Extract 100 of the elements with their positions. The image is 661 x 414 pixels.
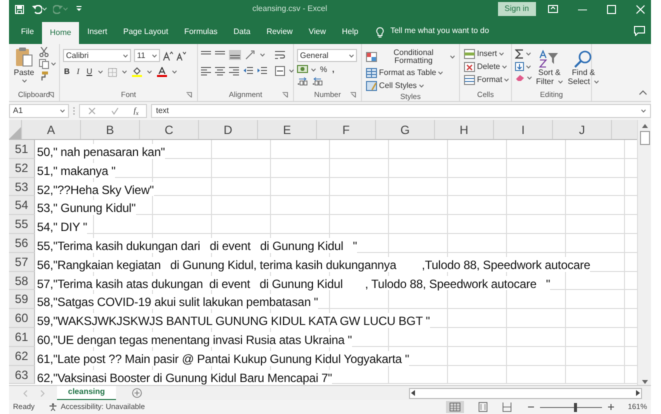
- caret-icon[interactable]: [260, 53, 265, 57]
- caret-icon[interactable]: [289, 69, 294, 73]
- column-header[interactable]: H: [435, 120, 494, 139]
- new-sheet-icon[interactable]: [132, 388, 142, 398]
- caret-icon[interactable]: [349, 54, 354, 58]
- caret-icon[interactable]: [51, 62, 56, 66]
- row-header[interactable]: 63: [9, 366, 35, 384]
- caret-icon[interactable]: [558, 80, 563, 84]
- ribbon-tab[interactable]: View: [300, 22, 334, 42]
- tell-me-search[interactable]: Tell me what you want to do: [390, 25, 490, 37]
- number-format-field[interactable]: General: [297, 49, 357, 62]
- customize-icon[interactable]: [76, 6, 82, 12]
- currency-icon[interactable]: [297, 65, 308, 74]
- dialog-launcher-icon[interactable]: [186, 92, 192, 98]
- caret-icon[interactable]: [98, 70, 104, 74]
- zoom-out-icon[interactable]: [528, 404, 534, 410]
- increase-decimal-icon[interactable]: [297, 77, 308, 86]
- column-header[interactable]: D: [199, 120, 258, 139]
- page-layout-icon[interactable]: [478, 402, 488, 412]
- fill-color-icon[interactable]: [132, 67, 142, 77]
- caret-icon[interactable]: [438, 71, 444, 75]
- borders-icon[interactable]: [108, 68, 118, 76]
- paste-button[interactable]: Paste: [12, 47, 36, 88]
- scroll-left-icon[interactable]: [410, 389, 416, 397]
- lightbulb-icon[interactable]: [376, 27, 384, 38]
- caret-icon[interactable]: [147, 70, 152, 74]
- caret-icon[interactable]: [122, 70, 128, 74]
- caret-icon[interactable]: [172, 70, 178, 74]
- sort-filter-button[interactable]: Sort & Filter: [535, 47, 564, 88]
- find-select-button[interactable]: Find & Select: [566, 47, 600, 88]
- row-header[interactable]: 52: [9, 158, 35, 178]
- insert-function-button[interactable]: f$_{x}$: [134, 105, 138, 117]
- caret-icon[interactable]: [502, 65, 508, 69]
- increase-indent-icon[interactable]: [257, 66, 267, 76]
- fill-icon[interactable]: [515, 62, 524, 71]
- align-left-icon[interactable]: [201, 66, 211, 76]
- caret-icon[interactable]: [499, 52, 504, 56]
- horizontal-scrollbar[interactable]: [409, 388, 642, 398]
- row-header[interactable]: 55: [9, 215, 35, 234]
- row-header[interactable]: 54: [9, 196, 35, 216]
- caret-icon[interactable]: [60, 109, 65, 113]
- row-header[interactable]: 60: [9, 309, 35, 328]
- percent-button[interactable]: %: [319, 66, 328, 74]
- scroll-up-icon[interactable]: [640, 123, 648, 129]
- align-right-icon[interactable]: [229, 66, 239, 76]
- ribbon-tab[interactable]: Review: [258, 22, 301, 42]
- scrollbar-thumb[interactable]: [640, 131, 650, 145]
- caret-icon[interactable]: [504, 78, 510, 82]
- column-header[interactable]: I: [494, 120, 553, 139]
- bottom-align-icon[interactable]: [229, 50, 241, 60]
- row-header[interactable]: 53: [9, 178, 35, 196]
- column-header[interactable]: F: [317, 120, 376, 139]
- shrink-font-icon[interactable]: [176, 50, 186, 60]
- column-header[interactable]: C: [140, 120, 199, 139]
- sheet-tab[interactable]: cleansing: [57, 386, 116, 400]
- caret-icon[interactable]: [123, 54, 128, 58]
- cut-icon[interactable]: [39, 47, 49, 57]
- conditional-formatting-button[interactable]: Conditional Formatting: [365, 49, 456, 65]
- font-color-icon[interactable]: [157, 67, 168, 77]
- wrap-text-icon[interactable]: [275, 50, 285, 60]
- column-header[interactable]: G: [376, 120, 435, 139]
- eraser-icon[interactable]: [515, 74, 525, 82]
- zoom-slider-thumb[interactable]: [574, 402, 577, 412]
- ribbon-tab[interactable]: Data: [226, 22, 258, 42]
- row-header[interactable]: 57: [9, 252, 35, 272]
- grow-font-icon[interactable]: [163, 50, 173, 60]
- page-break-icon[interactable]: [502, 402, 512, 412]
- zoom-in-icon[interactable]: [608, 404, 614, 410]
- format-button[interactable]: Format: [463, 75, 510, 85]
- caret-icon[interactable]: [526, 64, 531, 68]
- caret-icon[interactable]: [152, 54, 157, 58]
- ribbon-display-icon[interactable]: [548, 5, 558, 13]
- cell-styles-button[interactable]: Cell Styles: [365, 81, 456, 91]
- caret-icon[interactable]: [22, 79, 26, 83]
- comment-icon[interactable]: [634, 26, 645, 36]
- caret-icon[interactable]: [527, 76, 532, 80]
- row-header[interactable]: 56: [9, 234, 35, 253]
- merge-center-icon[interactable]: [275, 66, 285, 76]
- caret-icon[interactable]: [526, 52, 531, 56]
- decrease-indent-icon[interactable]: [243, 66, 253, 76]
- formula-field[interactable]: text: [151, 104, 651, 118]
- format-painter-icon[interactable]: [39, 71, 49, 81]
- caret-icon[interactable]: [450, 55, 455, 59]
- normal-view-icon[interactable]: [446, 401, 464, 413]
- name-box[interactable]: A1: [9, 104, 69, 118]
- ribbon-tab[interactable]: Page Layout: [115, 22, 176, 42]
- delete-button[interactable]: Delete: [463, 62, 510, 72]
- font-size-field[interactable]: 11: [134, 49, 160, 62]
- sign-in-button[interactable]: Sign in: [498, 2, 536, 16]
- row-header[interactable]: 62: [9, 346, 35, 366]
- column-header[interactable]: E: [258, 120, 317, 139]
- ribbon-tab[interactable]: Insert: [79, 22, 116, 42]
- ribbon-tab[interactable]: Home: [42, 22, 80, 44]
- autosum-icon[interactable]: [515, 49, 524, 59]
- ribbon-tab[interactable]: File: [13, 22, 42, 42]
- row-header[interactable]: 59: [9, 290, 35, 310]
- caret-icon[interactable]: [594, 80, 600, 84]
- format-as-table-button[interactable]: Format as Table: [365, 68, 456, 78]
- orientation-icon[interactable]: [245, 50, 256, 60]
- caret-icon[interactable]: [641, 109, 646, 113]
